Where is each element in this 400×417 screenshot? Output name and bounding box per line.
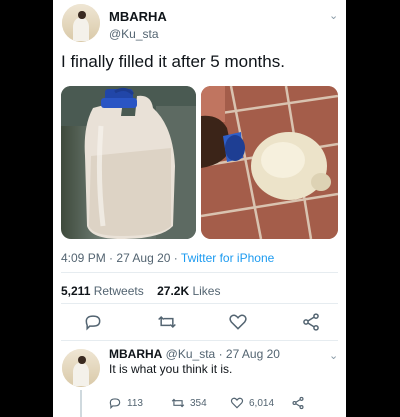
divider: [61, 272, 338, 273]
tweet-card: MBARHA @Ku_sta ⌄ I finally filled it aft…: [53, 0, 346, 417]
tweet-source[interactable]: Twitter for iPhone: [181, 251, 274, 265]
likes-stat[interactable]: 27.2K Likes: [157, 284, 220, 298]
share-icon[interactable]: [301, 312, 321, 332]
reply-handle[interactable]: @Ku_sta: [166, 347, 216, 361]
heart-icon[interactable]: [228, 312, 248, 332]
divider: [61, 303, 338, 304]
reply-header: MBARHA @Ku_sta · 27 Aug 20: [109, 347, 280, 361]
likes-count: 27.2K: [157, 284, 190, 298]
heart-icon: [230, 397, 244, 409]
retweets-label: Retweets: [93, 284, 144, 298]
reply-share-action[interactable]: [291, 396, 305, 410]
share-icon: [292, 396, 304, 410]
reply-retweet-action[interactable]: 354: [171, 396, 207, 410]
thread-line: [80, 390, 82, 417]
reply-icon[interactable]: [83, 312, 103, 332]
avatar[interactable]: [62, 4, 100, 42]
reply-icon: [109, 398, 121, 410]
chevron-down-icon[interactable]: ⌄: [329, 9, 338, 22]
tweet-photo-pouring[interactable]: [201, 86, 338, 239]
tweet-stats: 5,211 Retweets 27.2K Likes: [61, 284, 220, 298]
display-name[interactable]: MBARHA: [109, 9, 167, 24]
meta-separator: ·: [173, 251, 181, 265]
reply-text: It is what you think it is.: [109, 362, 233, 376]
divider: [61, 340, 338, 341]
reply-avatar[interactable]: [62, 349, 100, 387]
reply-likes-count: 6,014: [249, 397, 275, 409]
retweets-count: 5,211: [61, 284, 91, 298]
pouring-illustration: [201, 86, 338, 239]
tweet-time[interactable]: 4:09 PM: [61, 251, 106, 265]
reply-reply-action[interactable]: 113: [108, 396, 143, 410]
likes-label: Likes: [192, 284, 221, 298]
reply-replies-count: 113: [127, 397, 143, 409]
reply-like-action[interactable]: 6,014: [230, 396, 274, 410]
reply-date[interactable]: 27 Aug 20: [226, 347, 280, 361]
reply-display-name[interactable]: MBARHA: [109, 347, 162, 361]
reply-separator: ·: [218, 347, 226, 361]
chevron-down-icon[interactable]: ⌄: [329, 349, 338, 362]
tweet-text: I finally filled it after 5 months.: [61, 52, 285, 71]
tweet-photo-bottle[interactable]: [61, 86, 196, 239]
retweets-stat[interactable]: 5,211 Retweets: [61, 284, 144, 298]
retweet-icon[interactable]: [157, 312, 177, 332]
reply-retweets-count: 354: [190, 397, 207, 409]
retweet-icon: [171, 398, 185, 408]
bottle-illustration: [61, 86, 196, 239]
tweet-date[interactable]: 27 Aug 20: [116, 251, 170, 265]
user-handle[interactable]: @Ku_sta: [109, 27, 159, 41]
tweet-meta: 4:09 PM · 27 Aug 20 · Twitter for iPhone: [61, 251, 274, 265]
tweet-actions: [61, 312, 338, 336]
